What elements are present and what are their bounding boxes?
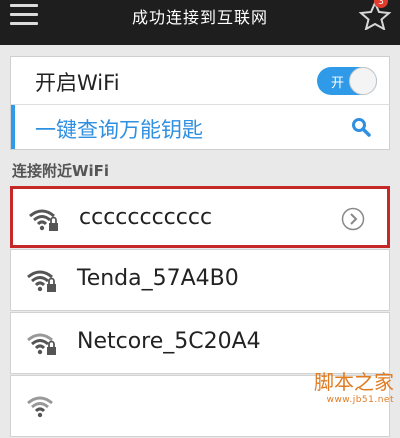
- query-accent-bar: [11, 105, 15, 149]
- key-query-row[interactable]: 一键查询万能钥匙: [10, 104, 390, 150]
- network-name: ccccccccccc: [79, 205, 213, 230]
- wifi-lock-icon: [25, 267, 59, 295]
- wifi-lock-icon: [25, 330, 59, 358]
- wifi-lock-icon: [27, 206, 61, 234]
- wifi-lock-icon: [25, 393, 59, 421]
- top-bar: 成功连接到互联网 3: [0, 0, 400, 45]
- menu-icon[interactable]: [10, 4, 38, 26]
- section-title: 连接附近WiFi: [12, 162, 110, 180]
- network-name: Netcore_5C20A4: [77, 329, 261, 354]
- watermark-sub: www.jb51.net: [326, 395, 394, 405]
- chevron-right-icon[interactable]: [341, 207, 365, 231]
- key-query-label: 一键查询万能钥匙: [35, 118, 203, 142]
- watermark-main: 脚本之家: [314, 370, 394, 394]
- search-icon[interactable]: [351, 117, 371, 137]
- watermark: 脚本之家 www.jb51.net: [314, 366, 394, 405]
- toggle-knob: [349, 67, 377, 95]
- wifi-toggle-row: 开启WiFi 开: [10, 56, 390, 104]
- wifi-toggle-label: 开启WiFi: [35, 71, 120, 95]
- wifi-toggle-switch[interactable]: 开: [317, 67, 377, 95]
- network-item[interactable]: Tenda_57A4B0: [10, 249, 390, 311]
- network-name: Tenda_57A4B0: [77, 266, 239, 291]
- network-item[interactable]: ccccccccccc: [10, 186, 390, 248]
- page-title: 成功连接到互联网: [131, 8, 268, 27]
- network-item[interactable]: Netcore_5C20A4: [10, 312, 390, 374]
- toggle-state-text: 开: [331, 76, 345, 91]
